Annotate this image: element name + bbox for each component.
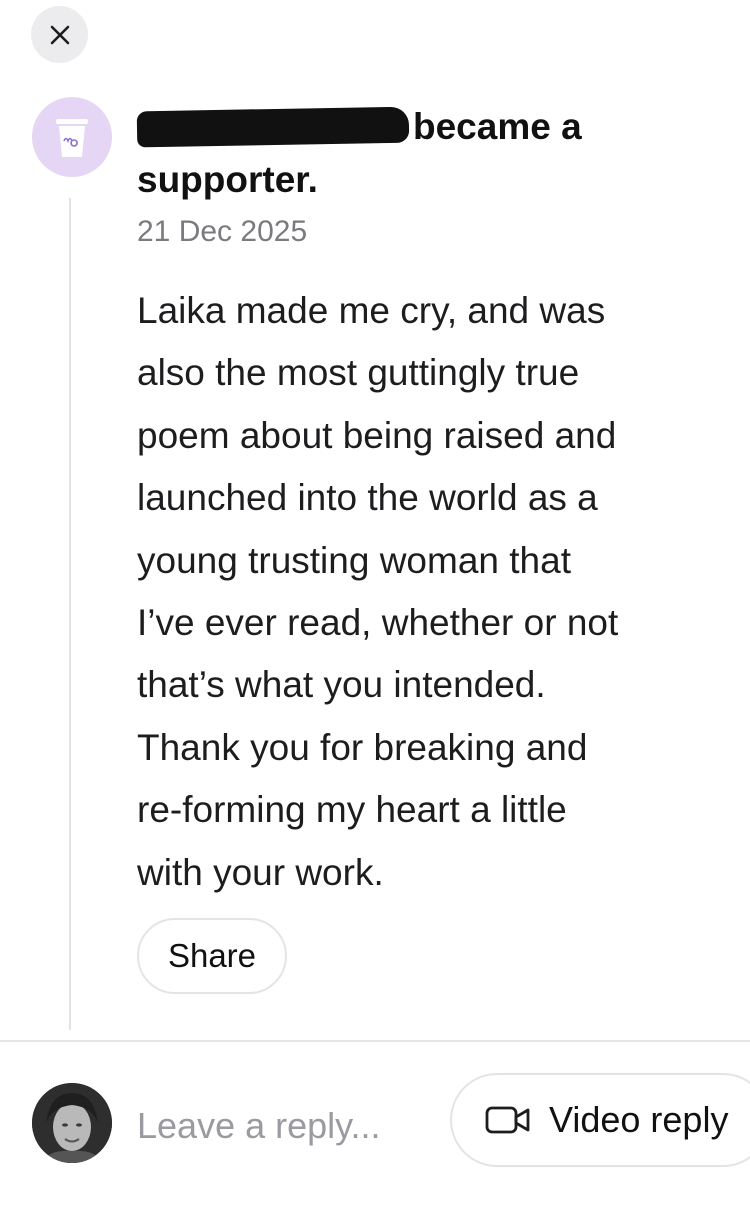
thread-line	[69, 198, 71, 1030]
message-line: I’ve ever read, whether or not	[137, 602, 619, 644]
message-line: young trusting woman that	[137, 539, 571, 581]
message-line: also the most guttingly true	[137, 352, 580, 394]
user-avatar	[32, 1083, 112, 1163]
message-line: with your work.	[137, 851, 384, 893]
reply-input[interactable]	[137, 1100, 437, 1152]
supporter-detail-sheet: became a supporter. 21 Dec 2025 Laika ma…	[0, 0, 750, 1213]
support-date: 21 Dec 2025	[137, 215, 308, 248]
message-line: poem about being raised and	[137, 414, 617, 456]
supporter-headline: became a supporter.	[136, 100, 657, 206]
redacted-name	[136, 106, 410, 148]
video-reply-label: Video reply	[549, 1099, 729, 1140]
supporter-avatar	[32, 97, 112, 177]
message-line: that’s what you intended.	[137, 664, 546, 706]
video-reply-button[interactable]: Video reply	[450, 1073, 750, 1167]
divider	[0, 1040, 750, 1042]
video-camera-icon	[485, 1106, 530, 1134]
message-line: Laika made me cry, and was	[137, 290, 606, 331]
close-button[interactable]	[31, 6, 88, 63]
close-icon	[50, 25, 69, 44]
share-button[interactable]: Share	[137, 918, 287, 994]
message-line: Thank you for breaking and	[137, 726, 588, 768]
user-photo-icon	[32, 1083, 112, 1163]
message-line: re-forming my heart a little	[137, 789, 567, 831]
supporter-message: Laika made me cry, and was also the most…	[137, 280, 707, 904]
message-line: launched into the world as a	[137, 477, 598, 519]
coffee-cup-icon	[56, 119, 88, 157]
